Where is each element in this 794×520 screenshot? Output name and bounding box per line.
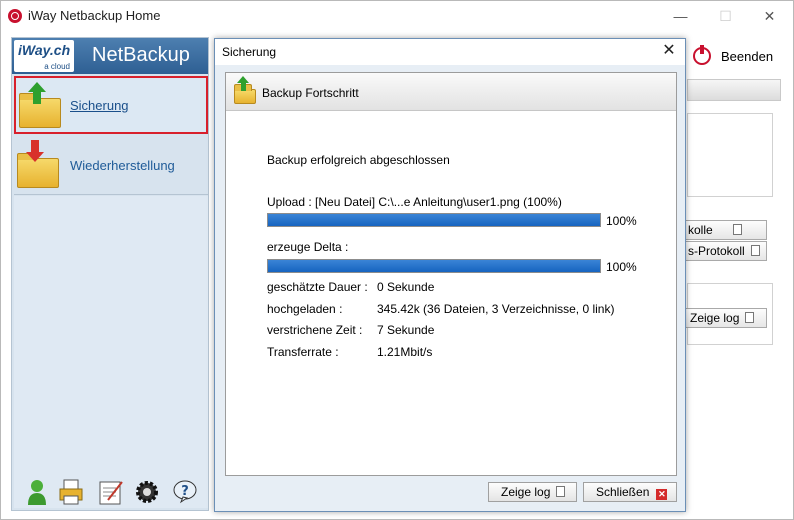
svg-text:?: ? (181, 484, 189, 499)
user-icon[interactable] (24, 478, 50, 506)
sidebar-item-label: Wiederherstellung (70, 158, 175, 173)
stat-label-duration: geschätzte Dauer : (267, 280, 368, 294)
show-log-label: Zeige log (690, 311, 740, 325)
document-icon (750, 245, 760, 256)
logo-text: iWay.ch (18, 42, 71, 58)
close-label: Schließen (596, 485, 650, 499)
logo-subtext: a cloud (44, 62, 70, 71)
protocols-button[interactable]: kolle (683, 220, 767, 240)
sidebar: iWay.ch a cloud NetBackup Sicherung Wied… (11, 37, 209, 511)
delta-percent: 100% (606, 260, 637, 274)
background-show-log-button[interactable]: Zeige log (685, 308, 767, 328)
dialog-title: Sicherung (222, 45, 277, 59)
power-icon (693, 45, 711, 65)
close-dialog-button[interactable]: Schließen ✕ (583, 482, 677, 502)
stat-label-transferrate: Transferrate : (267, 345, 339, 359)
stat-value-uploaded: 345.42k (36 Dateien, 3 Verzeichnisse, 0 … (377, 302, 615, 316)
stat-label-uploaded: hochgeladen : (267, 302, 343, 316)
printer-icon[interactable] (58, 478, 84, 506)
upload-label: Upload : [Neu Datei] C:\...e Anleitung\u… (267, 195, 562, 209)
product-name: NetBackup (92, 44, 190, 66)
dialog-close-button[interactable]: ✕ (659, 41, 679, 61)
minimize-button[interactable]: — (658, 1, 703, 31)
window-title: iWay Netbackup Home (28, 8, 161, 23)
upload-progress-fill (268, 214, 600, 226)
log-editor-icon[interactable] (98, 478, 124, 506)
brand-header: iWay.ch a cloud NetBackup (12, 38, 208, 74)
dialog-title-bar: Sicherung ✕ (215, 39, 685, 65)
sidebar-item-wiederherstellung[interactable]: Wiederherstellung (14, 136, 208, 194)
stat-label-elapsed: verstrichene Zeit : (267, 323, 363, 337)
progress-header-title: Backup Fortschritt (262, 86, 359, 100)
title-bar: iWay Netbackup Home — ☐ ✕ (1, 1, 793, 31)
background-panel (687, 113, 773, 197)
exit-button[interactable]: Beenden (687, 41, 787, 71)
sidebar-divider (14, 194, 208, 195)
progress-header: Backup Fortschritt (226, 73, 676, 111)
app-logo-icon (8, 9, 22, 23)
iway-logo: iWay.ch a cloud (14, 40, 74, 72)
protocols-label: kolle (688, 223, 713, 237)
transfer-protocol-button[interactable]: s-Protokoll (683, 241, 767, 261)
stat-value-transferrate: 1.21Mbit/s (377, 345, 433, 359)
maximize-button[interactable]: ☐ (703, 1, 748, 31)
dialog-content: Backup Fortschritt Backup erfolgreich ab… (225, 72, 677, 476)
help-icon[interactable]: ? (172, 478, 198, 506)
document-icon (745, 312, 755, 323)
exit-label: Beenden (721, 49, 774, 64)
close-window-button[interactable]: ✕ (747, 1, 792, 31)
close-icon: ✕ (656, 489, 668, 500)
delta-label: erzeuge Delta : (267, 240, 349, 254)
delta-progress-fill (268, 260, 600, 272)
delta-progress-bar (267, 259, 601, 273)
stat-value-duration: 0 Sekunde (377, 280, 435, 294)
main-window: iWay Netbackup Home — ☐ ✕ iWay.ch a clou… (0, 0, 794, 520)
sidebar-empty-area (14, 196, 208, 508)
show-log-label: Zeige log (501, 485, 551, 499)
sidebar-item-sicherung[interactable]: Sicherung (14, 76, 208, 134)
sidebar-item-label: Sicherung (70, 98, 129, 113)
transfer-protocol-label: s-Protokoll (688, 244, 745, 258)
backup-status-text: Backup erfolgreich abgeschlossen (267, 153, 450, 167)
settings-gear-icon[interactable] (134, 478, 160, 506)
show-log-button[interactable]: Zeige log (488, 482, 577, 502)
upload-progress-bar (267, 213, 601, 227)
upload-percent: 100% (606, 214, 637, 228)
document-icon (556, 486, 566, 497)
background-header-strip (687, 79, 781, 101)
document-icon (732, 224, 742, 235)
backup-dialog: Sicherung ✕ Backup Fortschritt Backup er… (214, 38, 686, 512)
stat-value-elapsed: 7 Sekunde (377, 323, 435, 337)
